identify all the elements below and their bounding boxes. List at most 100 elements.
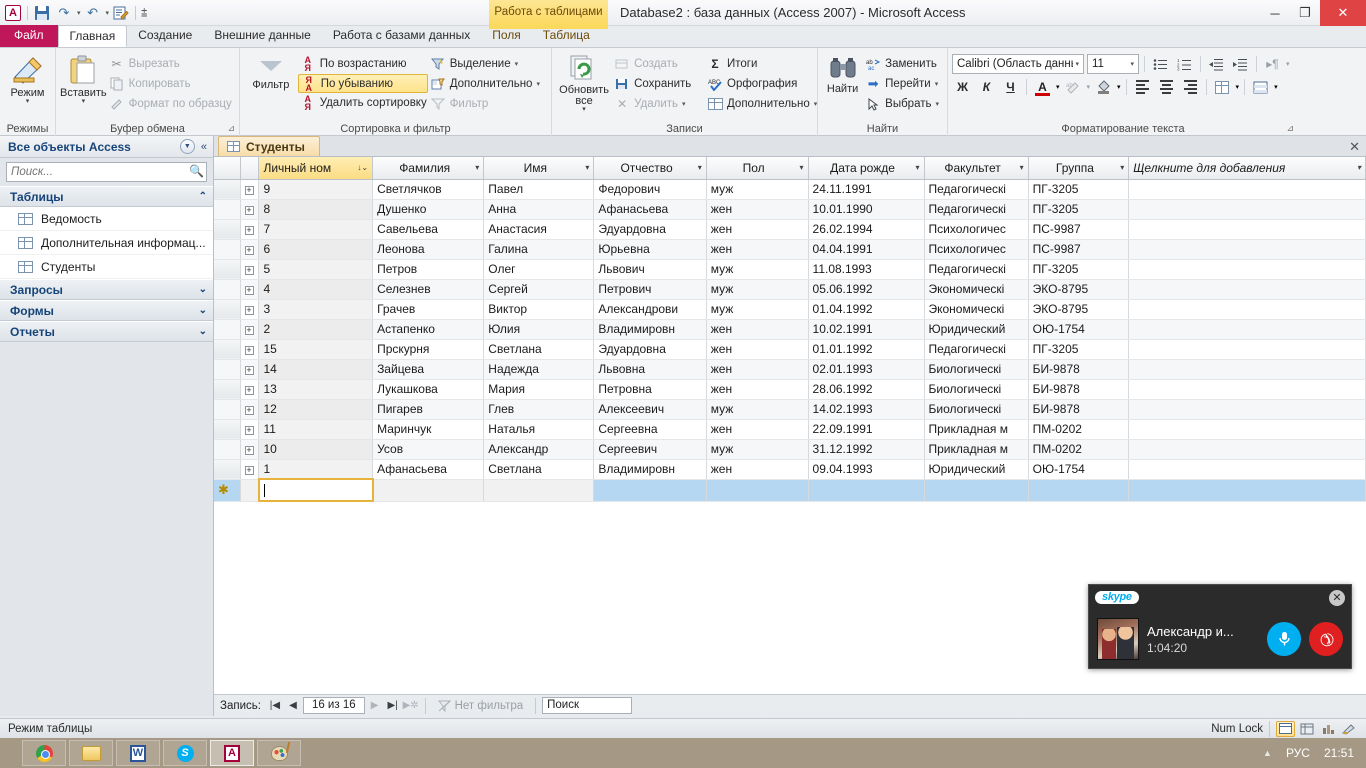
cell-8-4[interactable]: жен <box>706 339 809 360</box>
paste-button[interactable]: Вставить ▾ <box>60 52 107 105</box>
cell-13-6[interactable]: Прикладная м <box>924 439 1029 460</box>
find-button[interactable]: Найти <box>822 52 863 95</box>
cell-7-add[interactable] <box>1128 319 1366 340</box>
cell-2-3[interactable]: Эдуардовна <box>593 219 707 240</box>
row-selector[interactable] <box>214 199 241 220</box>
column-dropdown-icon[interactable]: ▾ <box>472 163 479 172</box>
cell-5-6[interactable]: Экономическі <box>924 279 1029 300</box>
gridlines-button[interactable] <box>1212 77 1233 97</box>
select-all-corner[interactable] <box>214 157 241 180</box>
italic-button[interactable]: К <box>976 77 997 97</box>
new-record-cell-6[interactable] <box>924 479 1029 502</box>
cell-0-5[interactable]: 24.11.1991 <box>808 179 925 200</box>
document-tab-studenty[interactable]: Студенты <box>218 136 320 156</box>
cell-12-4[interactable]: жен <box>706 419 809 440</box>
sort-ascending-button[interactable]: АЯ По возрастанию <box>298 54 428 74</box>
show-hidden-icons[interactable]: ▲ <box>1263 748 1272 758</box>
column-header-4[interactable]: Пол ▾ <box>706 157 809 180</box>
table-row[interactable]: +7 Савельева Анастасия Эдуардовна жен 26.02.1… <box>214 219 1366 240</box>
cell-5-4[interactable]: муж <box>706 279 809 300</box>
advanced-filter-dropdown-icon[interactable]: ▾ <box>536 80 540 88</box>
cell-3-2[interactable]: Галина <box>483 239 595 260</box>
cell-2-1[interactable]: Савельева <box>372 219 485 240</box>
taskbar-item-explorer[interactable] <box>69 740 113 766</box>
spelling-button[interactable]: ABC Орфография <box>705 74 813 94</box>
taskbar-item-word[interactable]: W <box>116 740 160 766</box>
column-dropdown-icon[interactable]: ▾ <box>1017 163 1024 172</box>
column-dropdown-icon[interactable]: ▾ <box>1354 163 1361 172</box>
bold-button[interactable]: Ж <box>952 77 973 97</box>
cell-10-2[interactable]: Мария <box>483 379 595 400</box>
table-row[interactable]: +5 Петров Олег Львович муж 11.08.1993 Педагоги… <box>214 259 1366 280</box>
column-dropdown-icon[interactable]: ▾ <box>797 163 804 172</box>
row-expander[interactable]: + <box>240 279 260 300</box>
cell-5-3[interactable]: Петрович <box>593 279 707 300</box>
select-dropdown-icon[interactable]: ▾ <box>935 100 939 108</box>
cell-7-4[interactable]: жен <box>706 319 809 340</box>
cell-13-7[interactable]: ПМ-0202 <box>1028 439 1130 460</box>
cell-3-5[interactable]: 04.04.1991 <box>808 239 925 260</box>
more-records-button[interactable]: Дополнительно ▾ <box>705 94 817 114</box>
cell-8-6[interactable]: Педагогическі <box>924 339 1029 360</box>
cell-13-add[interactable] <box>1128 439 1366 460</box>
column-header-1[interactable]: Фамилия ▾ <box>372 157 485 180</box>
cell-11-7[interactable]: БИ-9878 <box>1028 399 1130 420</box>
cell-11-1[interactable]: Пигарев <box>372 399 485 420</box>
cell-5-2[interactable]: Сергей <box>483 279 595 300</box>
restore-button[interactable]: ❐ <box>1290 0 1320 26</box>
pivot-chart-view-button[interactable] <box>1318 721 1337 737</box>
cell-2-0[interactable]: 7 <box>258 219 374 240</box>
view-button[interactable]: Режим ▾ <box>4 52 51 105</box>
cell-7-7[interactable]: ОЮ-1754 <box>1028 319 1130 340</box>
selection-dropdown-icon[interactable]: ▾ <box>515 60 519 68</box>
refresh-all-dropdown-icon[interactable]: ▾ <box>582 106 586 113</box>
cell-6-5[interactable]: 01.04.1992 <box>808 299 925 320</box>
cell-12-3[interactable]: Сергеевна <box>593 419 707 440</box>
nav-item-dopolnitelnaya-informaciya[interactable]: Дополнительная информац... <box>0 231 213 255</box>
cell-3-add[interactable] <box>1128 239 1366 260</box>
language-indicator[interactable]: РУС <box>1286 746 1310 760</box>
text-direction-dropdown-icon[interactable]: ▾ <box>1286 60 1290 68</box>
decrease-indent-button[interactable] <box>1206 54 1227 74</box>
cell-10-3[interactable]: Петровна <box>593 379 707 400</box>
underline-button[interactable]: Ч <box>1000 77 1021 97</box>
nav-item-vedomost[interactable]: Ведомость <box>0 207 213 231</box>
row-expander[interactable]: + <box>240 359 260 380</box>
collapse-pane-icon[interactable]: « <box>199 141 209 153</box>
cell-12-1[interactable]: Маринчук <box>372 419 485 440</box>
cell-11-3[interactable]: Алексеевич <box>593 399 707 420</box>
cell-2-2[interactable]: Анастасия <box>483 219 595 240</box>
cell-13-2[interactable]: Александр <box>483 439 595 460</box>
cell-0-2[interactable]: Павел <box>483 179 595 200</box>
table-row[interactable]: +11 Маринчук Наталья Сергеевна жен 22.09.1991… <box>214 419 1366 440</box>
gridlines-dropdown-icon[interactable]: ▾ <box>1236 83 1240 91</box>
cell-1-0[interactable]: 8 <box>258 199 374 220</box>
row-selector[interactable] <box>214 379 241 400</box>
new-record-cell-8[interactable] <box>1128 479 1366 502</box>
new-record-button[interactable]: Создать <box>612 54 705 74</box>
minimize-button[interactable]: ─ <box>1260 0 1290 26</box>
cell-4-5[interactable]: 11.08.1993 <box>808 259 925 280</box>
highlight-dropdown-icon[interactable]: ▾ <box>1087 83 1091 91</box>
cell-2-5[interactable]: 26.02.1994 <box>808 219 925 240</box>
select-button[interactable]: Выбрать ▾ <box>863 94 943 114</box>
cell-11-add[interactable] <box>1128 399 1366 420</box>
cell-10-4[interactable]: жен <box>706 379 809 400</box>
close-document-icon[interactable]: ✕ <box>1349 139 1360 155</box>
cell-9-add[interactable] <box>1128 359 1366 380</box>
row-expander[interactable]: + <box>240 439 260 460</box>
row-selector[interactable] <box>214 279 241 300</box>
cell-9-0[interactable]: 14 <box>258 359 374 380</box>
cell-5-1[interactable]: Селезнев <box>372 279 485 300</box>
cell-14-2[interactable]: Светлана <box>483 459 595 480</box>
new-record-cell-4[interactable] <box>706 479 809 502</box>
cell-14-7[interactable]: ОЮ-1754 <box>1028 459 1130 480</box>
filter-status-button[interactable]: Нет фильтра <box>432 700 530 712</box>
cell-0-add[interactable] <box>1128 179 1366 200</box>
cell-13-1[interactable]: Усов <box>372 439 485 460</box>
chevron-down-icon[interactable]: ▼ <box>179 139 195 154</box>
datasheet-search-box[interactable]: Поиск <box>542 697 633 714</box>
cell-6-1[interactable]: Грачев <box>372 299 485 320</box>
align-left-button[interactable] <box>1132 77 1153 97</box>
nav-group-reports[interactable]: Отчеты ⌄ <box>0 321 213 342</box>
